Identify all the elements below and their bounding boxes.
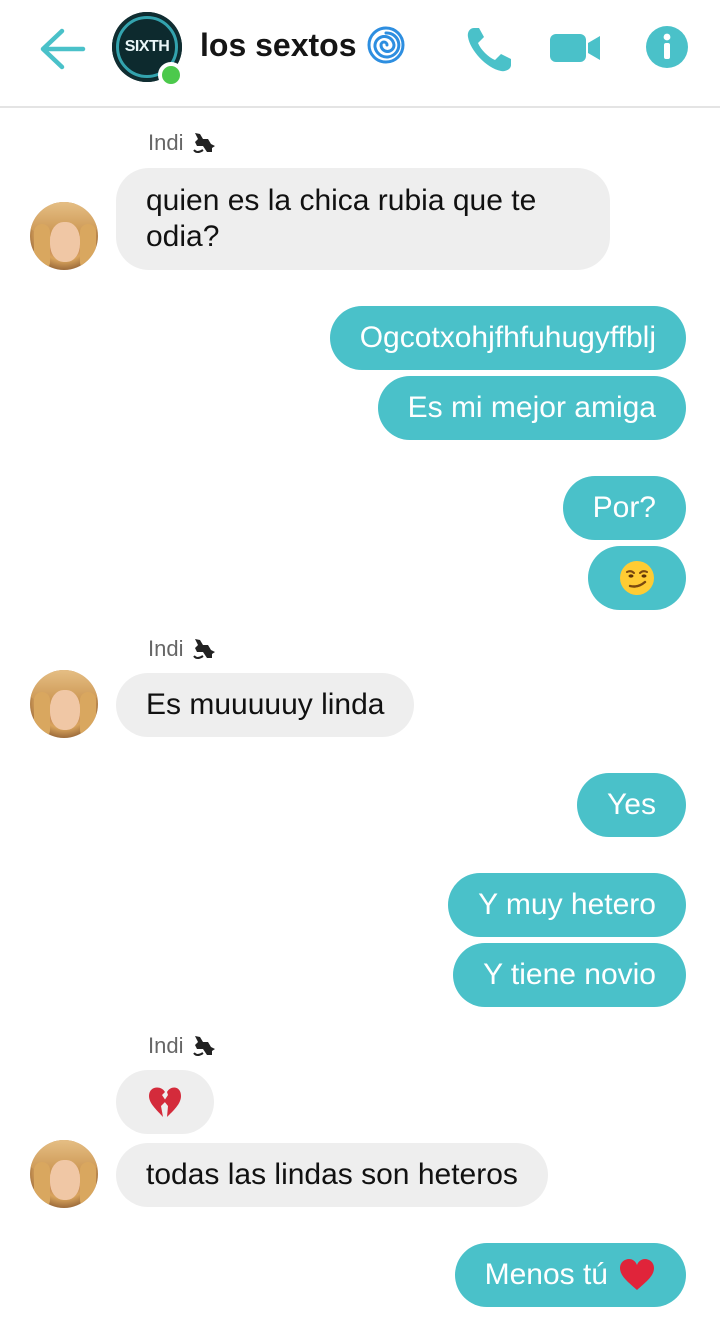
message-text: Menos tú — [484, 1258, 608, 1291]
message-bubble-incoming[interactable]: Es muuuuuy linda — [116, 673, 415, 737]
black-cat-icon — [193, 133, 216, 153]
message-bubble-incoming[interactable] — [116, 1070, 214, 1134]
info-icon[interactable] — [644, 24, 690, 70]
message-bubble-incoming[interactable]: quien es la chica rubia que te odia? — [116, 168, 610, 270]
black-cat-icon — [193, 639, 216, 659]
message-text: Yes — [607, 788, 656, 821]
message-bubble-outgoing[interactable]: Es mi mejor amiga — [377, 376, 686, 440]
message-text: Ogcotxohjfhfuhugyffblj — [359, 321, 656, 354]
black-cat-icon — [193, 1036, 216, 1056]
red-heart-icon — [620, 1259, 654, 1290]
sender-name: Indi — [148, 636, 217, 662]
video-call-icon[interactable] — [548, 24, 604, 72]
message-bubble-outgoing[interactable]: Y tiene novio — [453, 943, 686, 1007]
message-text: Por? — [592, 491, 656, 524]
message-text: quien es la chica rubia que te odia? — [146, 184, 537, 253]
group-logo-text: SIXTH — [124, 38, 170, 55]
back-arrow-icon[interactable] — [36, 26, 88, 72]
message-bubble-incoming[interactable]: todas las lindas son heteros — [116, 1143, 548, 1207]
sender-name-text: Indi — [148, 130, 184, 155]
cyclone-icon — [367, 26, 405, 64]
chat-header: SIXTH los sextos — [0, 0, 720, 108]
sender-avatar[interactable] — [30, 670, 98, 738]
message-bubble-outgoing[interactable]: Ogcotxohjfhfuhugyffblj — [329, 306, 686, 370]
smirking-face-icon — [620, 561, 654, 595]
message-text: Y muy hetero — [478, 888, 656, 921]
chat-title-text: los sextos — [200, 26, 357, 63]
message-bubble-outgoing[interactable]: Yes — [577, 773, 686, 837]
chat-title[interactable]: los sextos — [200, 26, 405, 64]
message-text: Y tiene novio — [483, 958, 656, 991]
sender-name-text: Indi — [148, 636, 184, 661]
online-status-dot — [158, 62, 184, 88]
message-bubble-outgoing[interactable] — [588, 546, 686, 610]
sender-avatar[interactable] — [30, 1140, 98, 1208]
sender-name-text: Indi — [148, 1033, 184, 1058]
sender-name: Indi — [148, 130, 217, 156]
message-text: Es mi mejor amiga — [407, 391, 656, 424]
message-bubble-outgoing[interactable]: Y muy hetero — [448, 873, 686, 937]
message-bubble-outgoing[interactable]: Menos tú — [454, 1243, 686, 1307]
message-text: Es muuuuuy linda — [146, 688, 385, 721]
sender-avatar[interactable] — [30, 202, 98, 270]
message-text: todas las lindas son heteros — [146, 1158, 518, 1191]
sender-name: Indi — [148, 1033, 217, 1059]
phone-call-icon[interactable] — [464, 24, 516, 74]
broken-heart-icon — [149, 1087, 181, 1117]
message-bubble-outgoing[interactable]: Por? — [562, 476, 686, 540]
